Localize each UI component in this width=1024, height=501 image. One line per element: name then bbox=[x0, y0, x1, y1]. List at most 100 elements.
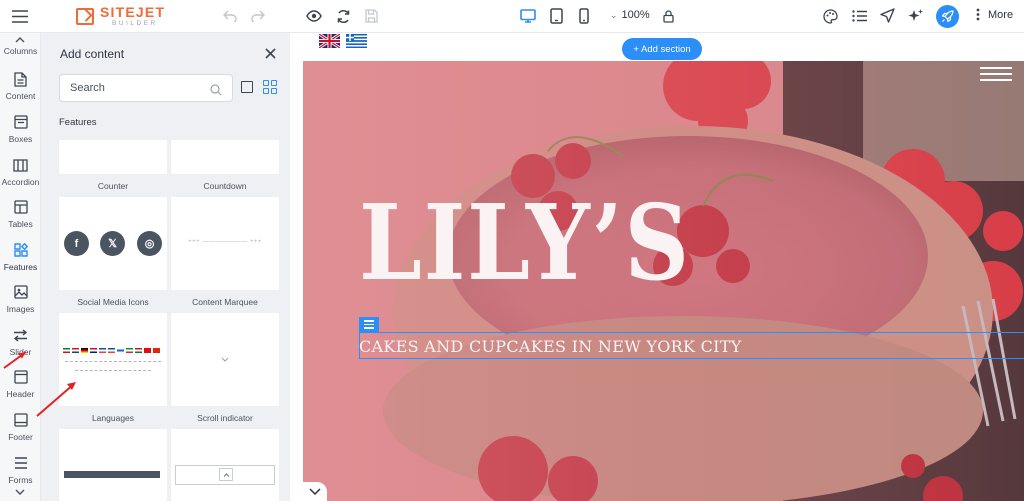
add-content-panel: Add content Features Counter Countdown f… bbox=[41, 33, 290, 501]
more-menu[interactable]: More bbox=[976, 8, 1013, 21]
mobile-view-icon[interactable] bbox=[576, 7, 592, 25]
vertical-dots-icon bbox=[976, 8, 980, 21]
rail-item-label: Accordion bbox=[1, 177, 40, 187]
rail-item-label: Forms bbox=[8, 475, 33, 485]
rail-item-images[interactable]: Images bbox=[0, 284, 41, 314]
rail-item-label: Boxes bbox=[8, 134, 33, 144]
mini-flag-icon bbox=[144, 348, 151, 353]
content-icon bbox=[13, 71, 29, 87]
lock-icon[interactable] bbox=[661, 8, 675, 24]
facebook-icon: f bbox=[64, 231, 89, 256]
card-label: Counter bbox=[97, 181, 129, 191]
mini-flag-icon bbox=[135, 348, 142, 353]
zoom-level: 100% bbox=[621, 9, 650, 21]
save-icon[interactable] bbox=[363, 8, 379, 24]
instagram-icon: ◎ bbox=[137, 231, 162, 256]
content-marquee-card[interactable]: +++ ——————— +++ bbox=[171, 197, 279, 290]
hero-subtitle[interactable]: CAKES AND CUPCAKES IN NEW YORK CITY bbox=[359, 337, 742, 356]
accordion-icon bbox=[13, 157, 29, 173]
navigate-icon[interactable] bbox=[879, 7, 896, 24]
palette-icon[interactable] bbox=[822, 8, 839, 25]
mini-flag-icon bbox=[90, 348, 97, 353]
boxes-icon bbox=[13, 114, 29, 130]
element-handle-icon[interactable] bbox=[359, 317, 379, 332]
search-icon bbox=[210, 83, 222, 101]
rail-item-boxes[interactable]: Boxes bbox=[0, 114, 41, 144]
social-media-icons-card[interactable]: f 𝕏 ◎ bbox=[59, 197, 167, 290]
grid-view-icon[interactable] bbox=[263, 80, 277, 94]
rail-item-label: Images bbox=[6, 304, 35, 314]
close-icon[interactable] bbox=[262, 45, 278, 61]
counter-card[interactable] bbox=[59, 140, 167, 174]
rail-item-label: Features bbox=[3, 262, 38, 272]
element-card[interactable] bbox=[59, 429, 167, 501]
rail-item-columns[interactable]: Columns bbox=[0, 46, 41, 56]
logo-subtitle: BUILDER bbox=[112, 20, 158, 27]
marquee-preview: +++ ——————— +++ bbox=[188, 239, 262, 245]
rail-item-features[interactable]: Features bbox=[0, 242, 41, 272]
card-label: Content Marquee bbox=[192, 297, 258, 307]
section-title: Features bbox=[59, 117, 97, 128]
publish-rocket-button[interactable] bbox=[936, 5, 959, 28]
list-icon[interactable] bbox=[851, 8, 868, 24]
greek-flag-icon[interactable] bbox=[346, 34, 367, 48]
add-section-button[interactable]: + Add section bbox=[622, 38, 702, 60]
logo-name: SITEJET bbox=[100, 4, 166, 20]
preview-eye-icon[interactable] bbox=[305, 8, 323, 24]
card-label: Countdown bbox=[203, 181, 247, 191]
refresh-icon[interactable] bbox=[334, 8, 352, 24]
logo-mark-icon bbox=[76, 7, 94, 25]
chevron-down-icon bbox=[219, 355, 231, 363]
hero-title[interactable]: LILY’S bbox=[359, 191, 691, 295]
annotation-arrows bbox=[3, 351, 76, 417]
tablet-view-icon[interactable] bbox=[547, 7, 565, 25]
scroll-down-button[interactable] bbox=[303, 482, 327, 501]
redo-icon[interactable] bbox=[250, 9, 266, 23]
more-label: More bbox=[988, 8, 1014, 21]
mini-flag-icon bbox=[153, 348, 160, 353]
scroll-indicator-card[interactable] bbox=[171, 313, 279, 406]
desktop-view-icon[interactable] bbox=[519, 8, 537, 24]
chevron-up-icon bbox=[219, 468, 233, 481]
rail-item-label: Columns bbox=[3, 46, 38, 56]
mini-flag-icon bbox=[126, 348, 133, 353]
content-category-rail: Columns Content Boxes Accordion Tables F… bbox=[0, 33, 41, 501]
box-preview bbox=[175, 465, 275, 485]
images-icon bbox=[13, 284, 29, 300]
chevron-down-icon bbox=[309, 488, 321, 495]
uk-flag-icon[interactable] bbox=[319, 34, 340, 48]
ai-sparkle-icon[interactable] bbox=[907, 7, 924, 24]
rail-item-tables[interactable]: Tables bbox=[0, 199, 41, 229]
search-input[interactable] bbox=[70, 82, 210, 94]
card-label: Social Media Icons bbox=[77, 297, 149, 307]
menu-icon[interactable] bbox=[11, 8, 29, 24]
chevron-down-icon[interactable] bbox=[14, 488, 26, 496]
mini-flag-icon bbox=[117, 348, 124, 353]
search-field[interactable] bbox=[59, 74, 233, 102]
hero-section: LILY’S CAKES AND CUPCAKES IN NEW YORK CI… bbox=[303, 61, 1024, 501]
chevron-down-icon: ⌄ bbox=[610, 9, 618, 20]
mini-flag-icon bbox=[108, 348, 115, 353]
rail-item-forms[interactable]: Forms bbox=[0, 455, 41, 485]
card-label: Scroll indicator bbox=[197, 413, 253, 423]
sitejet-logo: SITEJET BUILDER bbox=[76, 5, 165, 28]
site-menu-hamburger-icon[interactable] bbox=[980, 67, 1012, 81]
element-card[interactable] bbox=[171, 429, 279, 501]
rail-item-label: Content bbox=[5, 91, 36, 101]
rocket-icon bbox=[941, 10, 954, 23]
rail-item-label: Tables bbox=[8, 219, 33, 229]
top-toolbar: SITEJET BUILDER ⌄ 100% More bbox=[0, 0, 1024, 33]
bar-preview bbox=[64, 471, 160, 478]
countdown-card[interactable] bbox=[171, 140, 279, 174]
zoom-selector[interactable]: ⌄ 100% bbox=[610, 9, 650, 21]
page-canvas: + Add section LILY’S CAKES AND CUPCAKES … bbox=[290, 33, 1024, 501]
chevron-up-icon[interactable] bbox=[14, 36, 26, 44]
forms-icon bbox=[13, 455, 29, 471]
panel-title: Add content bbox=[60, 47, 125, 61]
rail-item-accordion[interactable]: Accordion bbox=[0, 157, 41, 187]
mini-flag-icon bbox=[99, 348, 106, 353]
features-icon bbox=[13, 242, 29, 258]
undo-icon[interactable] bbox=[222, 9, 238, 23]
list-view-icon[interactable] bbox=[241, 81, 253, 93]
rail-item-content[interactable]: Content bbox=[0, 71, 41, 101]
